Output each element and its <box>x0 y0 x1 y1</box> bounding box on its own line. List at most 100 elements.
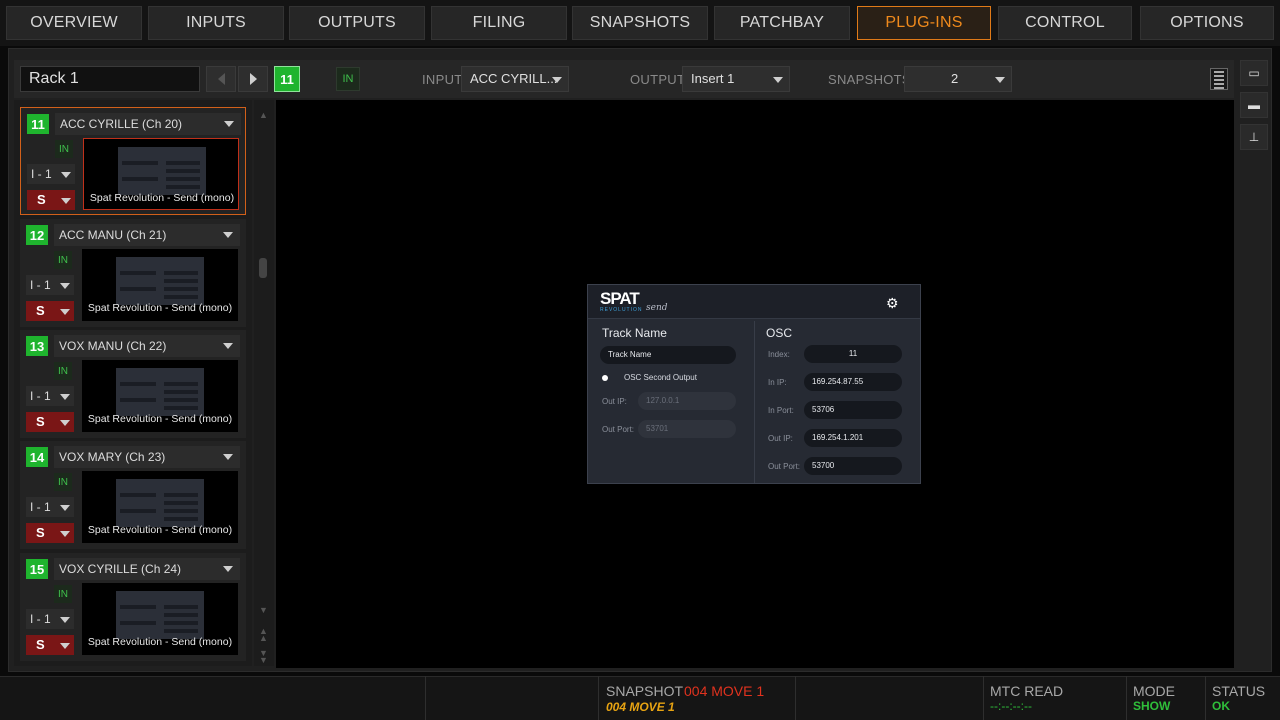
slot-channel-select[interactable]: VOX CYRILLE (Ch 24) <box>54 558 240 580</box>
top-tab-bar: OVERVIEW INPUTS OUTPUTS FILING SNAPSHOTS… <box>0 0 1280 46</box>
plugin-name: Spat Revolution - Send (mono) <box>87 524 233 536</box>
mtc-read-label: MTC READ <box>990 683 1064 699</box>
folder-icon[interactable]: ▬ <box>1240 92 1268 118</box>
chevron-down-icon <box>552 77 562 83</box>
chevron-down-icon <box>61 172 71 178</box>
chevron-down-icon <box>60 505 70 511</box>
chevron-down-icon <box>995 77 1005 83</box>
slot-in-button[interactable]: IN <box>54 585 72 603</box>
snapshot-next: 004 MOVE 1 <box>606 700 675 714</box>
osc-second-output-label: OSC Second Output <box>624 373 697 382</box>
plugin-thumbnail[interactable]: Spat Revolution - Send (mono) <box>82 583 238 655</box>
tab-control[interactable]: CONTROL <box>998 6 1132 40</box>
scroll-up-icon[interactable]: ▲ <box>259 110 268 120</box>
page-down-icon[interactable]: ▼ ▼ <box>259 649 268 665</box>
tab-plug-ins[interactable]: PLUG-INS <box>857 6 991 40</box>
tab-snapshots[interactable]: SNAPSHOTS <box>572 6 708 40</box>
slot-channel-select[interactable]: VOX MARY (Ch 23) <box>54 446 240 468</box>
slot-channel-select[interactable]: VOX MANU (Ch 22) <box>54 335 240 357</box>
slot-in-button[interactable]: IN <box>54 473 72 491</box>
next-rack-button[interactable] <box>238 66 268 92</box>
track-name-input[interactable]: Track Name <box>600 346 736 364</box>
osc-out-ip-label: Out IP: <box>768 434 793 443</box>
status-divider <box>1205 676 1206 720</box>
slot-channel-name: VOX CYRILLE (Ch 24) <box>59 562 182 576</box>
slot-in-button[interactable]: IN <box>54 362 72 380</box>
in-ip-input[interactable]: 169.254.87.55 <box>804 373 902 391</box>
slot-channel-name: ACC CYRILLE (Ch 20) <box>60 117 183 131</box>
second-out-ip-input[interactable]: 127.0.0.1 <box>638 392 736 410</box>
second-out-ip-label: Out IP: <box>602 397 627 406</box>
window-icon[interactable]: ▭ <box>1240 60 1268 86</box>
slot-s-label: S <box>37 192 46 207</box>
rack-name-field[interactable]: Rack 1 <box>20 66 200 92</box>
second-out-port-input[interactable]: 53701 <box>638 420 736 438</box>
in-ip-label: In IP: <box>768 378 787 387</box>
status-divider <box>598 676 599 720</box>
pin-icon[interactable]: ⊥ <box>1240 124 1268 150</box>
slot-in-button[interactable]: IN <box>54 251 72 269</box>
scroll-down-icon[interactable]: ▼ <box>259 605 268 615</box>
previous-rack-button[interactable] <box>206 66 236 92</box>
plugin-slot[interactable]: 15 VOX CYRILLE (Ch 24) IN I - 1 S Spat R… <box>20 553 246 661</box>
tab-inputs[interactable]: INPUTS <box>148 6 284 40</box>
tab-overview[interactable]: OVERVIEW <box>6 6 142 40</box>
slot-in-button[interactable]: IN <box>55 140 73 158</box>
chevron-down-icon <box>60 283 70 289</box>
rack-in-button[interactable]: IN <box>336 67 360 91</box>
plugin-slot[interactable]: 12 ACC MANU (Ch 21) IN I - 1 S Spat Revo… <box>20 219 246 327</box>
slot-io-value: I - 1 <box>31 167 52 181</box>
page-up-icon[interactable]: ▲ ▲ <box>259 627 268 643</box>
spat-header: SPAT REVOLUTION send ⚙ <box>588 285 920 319</box>
status-value[interactable]: OK <box>1212 699 1230 713</box>
in-port-input[interactable]: 53706 <box>804 401 902 419</box>
input-select-value: ACC CYRILL... <box>470 71 558 86</box>
tab-outputs[interactable]: OUTPUTS <box>289 6 425 40</box>
slot-channel-select[interactable]: ACC CYRILLE (Ch 20) <box>55 113 241 135</box>
snapshots-select-value: 2 <box>951 71 959 86</box>
slot-s-label: S <box>36 414 45 429</box>
slot-io-value: I - 1 <box>30 278 51 292</box>
snapshot-current[interactable]: 004 MOVE 1 <box>684 683 764 699</box>
current-slot-badge[interactable]: 11 <box>274 66 300 92</box>
plugin-thumbnail[interactable]: Spat Revolution - Send (mono) <box>82 249 238 321</box>
slot-s-label: S <box>36 525 45 540</box>
tab-options[interactable]: OPTIONS <box>1140 6 1274 40</box>
plugin-thumbnail-image <box>116 479 204 527</box>
chevron-down-icon <box>224 121 234 127</box>
index-input[interactable]: 11 <box>804 345 902 363</box>
status-divider <box>795 676 796 720</box>
slot-number: 14 <box>26 447 48 467</box>
output-select-value: Insert 1 <box>691 71 735 86</box>
slot-list-scrollbar[interactable] <box>254 100 274 666</box>
chevron-down-icon <box>773 77 783 83</box>
scrollbar-thumb[interactable] <box>259 258 267 278</box>
chevron-down-icon <box>223 343 233 349</box>
plugin-thumbnail-image <box>118 147 206 195</box>
status-divider <box>1126 676 1127 720</box>
slot-s-label: S <box>36 303 45 318</box>
tab-patchbay[interactable]: PATCHBAY <box>714 6 850 40</box>
plugin-slot[interactable]: 13 VOX MANU (Ch 22) IN I - 1 S Spat Revo… <box>20 330 246 438</box>
gear-icon[interactable]: ⚙ <box>886 295 899 312</box>
chevron-down-icon <box>60 617 70 623</box>
slot-s-label: S <box>36 637 45 652</box>
slot-channel-name: VOX MARY (Ch 23) <box>59 450 166 464</box>
chevron-down-icon <box>223 454 233 460</box>
plugin-thumbnail[interactable]: Spat Revolution - Send (mono) <box>82 471 238 543</box>
slot-number: 12 <box>26 225 48 245</box>
mode-value[interactable]: SHOW <box>1133 699 1170 713</box>
plugin-slot[interactable]: 11 ACC CYRILLE (Ch 20) IN I - 1 S Spat R… <box>20 107 246 215</box>
plugin-thumbnail[interactable]: Spat Revolution - Send (mono) <box>82 360 238 432</box>
chevron-down-icon <box>60 394 70 400</box>
list-view-icon[interactable] <box>1210 68 1228 90</box>
plugin-thumbnail[interactable]: Spat Revolution - Send (mono) <box>83 138 239 210</box>
osc-out-ip-input[interactable]: 169.254.1.201 <box>804 429 902 447</box>
slot-channel-select[interactable]: ACC MANU (Ch 21) <box>54 224 240 246</box>
tab-filing[interactable]: FILING <box>431 6 567 40</box>
spat-variant: send <box>646 303 668 313</box>
osc-out-port-input[interactable]: 53700 <box>804 457 902 475</box>
osc-second-output-radio[interactable] <box>602 375 608 381</box>
plugin-name: Spat Revolution - Send (mono) <box>87 413 233 425</box>
plugin-slot[interactable]: 14 VOX MARY (Ch 23) IN I - 1 S Spat Revo… <box>20 441 246 549</box>
